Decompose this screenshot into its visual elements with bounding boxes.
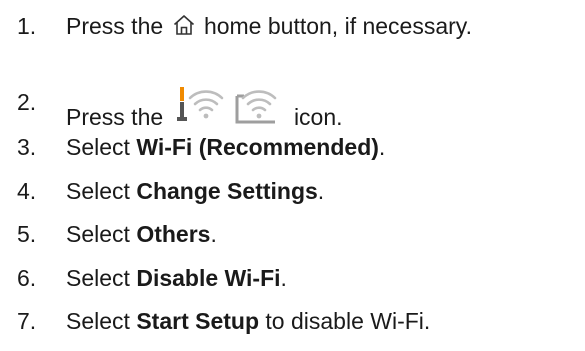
step-text-post: . <box>378 134 386 160</box>
menu-option-label: Disable Wi-Fi <box>136 265 281 291</box>
menu-option-label: Wi-Fi (Recommended) <box>136 134 379 160</box>
step-3: 3. Select Wi-Fi (Recommended). <box>0 127 585 167</box>
step-number: 7. <box>17 308 37 334</box>
step-number: 5. <box>17 221 37 247</box>
wifi-status-icons <box>176 87 276 124</box>
step-text-post: . <box>317 178 325 204</box>
step-7: 7. Select Start Setup to disable Wi-Fi. <box>0 301 585 341</box>
step-number: 4. <box>17 178 37 204</box>
step-text-pre: Press the <box>66 13 164 39</box>
wifi-direct-icon <box>235 90 276 124</box>
step-text-pre: Select <box>66 221 137 247</box>
step-text: Select Wi-Fi (Recommended). <box>66 127 385 167</box>
step-text: Select Others. <box>66 214 217 254</box>
step-text-pre: Select <box>66 265 137 291</box>
step-text-pre: Select <box>66 178 137 204</box>
step-6: 6. Select Disable Wi-Fi. <box>0 258 585 298</box>
step-4: 4. Select Change Settings. <box>0 171 585 211</box>
step-text-post: home button, if necessary. <box>203 13 472 39</box>
wifi-connected-icon <box>176 87 223 121</box>
step-text: Select Disable Wi-Fi. <box>66 258 287 298</box>
step-text-pre: Select <box>66 134 137 160</box>
menu-option-label: Change Settings <box>136 178 318 204</box>
step-text-pre: Select <box>66 308 137 334</box>
step-number: 3. <box>17 134 37 160</box>
step-text-post: . <box>210 221 217 247</box>
step-5: 5. Select Others. <box>0 214 585 254</box>
step-text: Select Start Setup to disable Wi-Fi. <box>66 301 430 341</box>
menu-option-label: Start Setup <box>136 308 260 334</box>
step-number: 1. <box>17 13 37 39</box>
step-text: Press the home button, if necessary. <box>66 6 472 46</box>
step-1: 1. Press the home button, if necessary. <box>0 6 585 46</box>
step-2: 2. Press the icon. <box>0 82 585 130</box>
step-text-post: . <box>280 265 287 291</box>
menu-option-label: Others <box>136 221 211 247</box>
step-text: Select Change Settings. <box>66 171 324 211</box>
home-icon <box>173 15 194 35</box>
step-text-post: to disable Wi-Fi. <box>259 308 431 334</box>
step-number: 6. <box>17 265 37 291</box>
step-number: 2. <box>17 89 37 115</box>
